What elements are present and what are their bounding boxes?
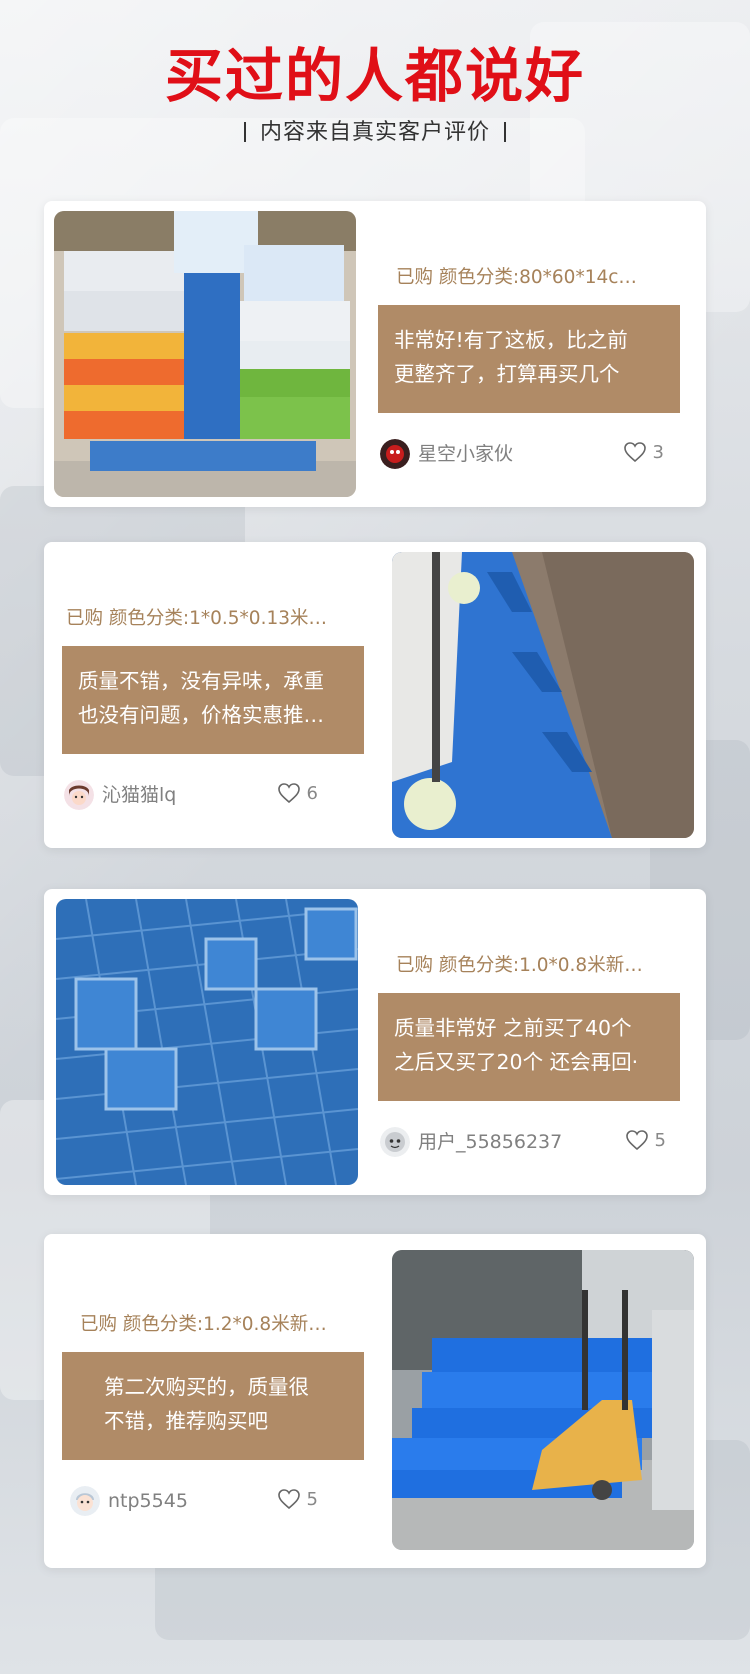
reviewer[interactable]: 星空小家伙 bbox=[380, 437, 513, 471]
heart-icon bbox=[623, 442, 646, 463]
like-count-value: 6 bbox=[306, 782, 318, 804]
reviewer-name: 沁猫猫lq bbox=[102, 784, 177, 806]
subtitle-text: 内容来自真实客户评价 bbox=[259, 120, 490, 145]
review-card: 已购 颜色分类:1.0*0.8米新… 质量非常好 之前买了40个 之后又买了20… bbox=[44, 889, 706, 1195]
like-count[interactable]: 5 bbox=[277, 1488, 318, 1510]
red-character-avatar-icon bbox=[380, 439, 410, 469]
heart-icon bbox=[625, 1130, 648, 1151]
review-text-line: 更整齐了，打算再买几个 bbox=[394, 362, 620, 386]
review-text-box: 质量非常好 之前买了40个 之后又买了20个 还会再回· bbox=[378, 993, 680, 1101]
like-count-value: 5 bbox=[654, 1129, 666, 1151]
review-info: 已购 颜色分类:1*0.5*0.13米… 质量不错，没有异味，承重 也没有问题，… bbox=[62, 542, 372, 848]
review-photo[interactable] bbox=[56, 899, 358, 1185]
gray-cartoon-avatar-icon bbox=[380, 1127, 410, 1157]
review-text-box: 第二次购买的，质量很 不错，推荐购买吧 bbox=[62, 1352, 364, 1460]
heart-icon bbox=[277, 783, 300, 804]
page-subtitle: 内容来自真实客户评价 bbox=[0, 118, 750, 148]
review-text-line: 第二次购买的，质量很 bbox=[104, 1375, 309, 1399]
reviewer-name: 用户_55856237 bbox=[418, 1131, 563, 1153]
divider bbox=[243, 122, 246, 142]
review-photo[interactable] bbox=[392, 1250, 694, 1550]
purchase-variant: 已购 颜色分类:1*0.5*0.13米… bbox=[66, 608, 327, 629]
review-info: 已购 颜色分类:1.2*0.8米新… 第二次购买的，质量很 不错，推荐购买吧 n… bbox=[62, 1248, 372, 1554]
like-count[interactable]: 3 bbox=[623, 441, 664, 463]
heart-icon bbox=[277, 1489, 300, 1510]
review-text-line: 也没有问题，价格实惠推… bbox=[78, 703, 324, 727]
review-card: 已购 颜色分类:1.2*0.8米新… 第二次购买的，质量很 不错，推荐购买吧 n… bbox=[44, 1234, 706, 1568]
reviewer[interactable]: 沁猫猫lq bbox=[64, 778, 176, 812]
reviewer-name: ntp5545 bbox=[108, 1490, 188, 1512]
blue-pallets-hand-truck-image bbox=[392, 1250, 694, 1550]
reviewer[interactable]: ntp5545 bbox=[70, 1484, 188, 1518]
cartoon-girl-avatar-icon bbox=[64, 780, 94, 810]
page-title: 买过的人都说好 bbox=[164, 42, 585, 110]
cartoon-kid-avatar-icon bbox=[70, 1486, 100, 1516]
review-info: 已购 颜色分类:1.0*0.8米新… 质量非常好 之前买了40个 之后又买了20… bbox=[378, 889, 688, 1195]
like-count-value: 5 bbox=[306, 1488, 318, 1510]
page-header: 买过的人都说好 内容来自真实客户评价 bbox=[0, 40, 750, 148]
blue-pallet-grid-image bbox=[56, 899, 358, 1185]
review-text-line: 非常好!有了这板，比之前 bbox=[394, 328, 628, 352]
review-text-line: 之后又买了20个 还会再回· bbox=[394, 1050, 639, 1074]
purchase-variant: 已购 颜色分类:80*60*14c… bbox=[396, 267, 637, 288]
purchase-variant: 已购 颜色分类:1.0*0.8米新… bbox=[396, 955, 643, 976]
review-photo[interactable] bbox=[392, 552, 694, 838]
review-text-box: 质量不错，没有异味，承重 也没有问题，价格实惠推… bbox=[62, 646, 364, 754]
review-text-box: 非常好!有了这板，比之前 更整齐了，打算再买几个 bbox=[378, 305, 680, 413]
blue-pallet-on-floor-image bbox=[392, 552, 694, 838]
review-text-line: 质量不错，没有异味，承重 bbox=[78, 669, 324, 693]
review-text-line: 不错，推荐购买吧 bbox=[104, 1409, 268, 1433]
pallet-with-boxes-image bbox=[54, 211, 356, 497]
divider bbox=[504, 122, 506, 142]
like-count[interactable]: 6 bbox=[277, 782, 318, 804]
review-text-line: 质量非常好 之前买了40个 bbox=[394, 1016, 632, 1040]
reviewer-name: 星空小家伙 bbox=[418, 443, 514, 465]
review-card: 已购 颜色分类:80*60*14c… 非常好!有了这板，比之前 更整齐了，打算再… bbox=[44, 201, 706, 507]
review-info: 已购 颜色分类:80*60*14c… 非常好!有了这板，比之前 更整齐了，打算再… bbox=[378, 201, 688, 507]
like-count-value: 3 bbox=[652, 441, 664, 463]
reviewer[interactable]: 用户_55856237 bbox=[380, 1125, 562, 1159]
review-card: 已购 颜色分类:1*0.5*0.13米… 质量不错，没有异味，承重 也没有问题，… bbox=[44, 542, 706, 848]
review-photo[interactable] bbox=[54, 211, 356, 497]
purchase-variant: 已购 颜色分类:1.2*0.8米新… bbox=[80, 1314, 327, 1335]
like-count[interactable]: 5 bbox=[625, 1129, 666, 1151]
